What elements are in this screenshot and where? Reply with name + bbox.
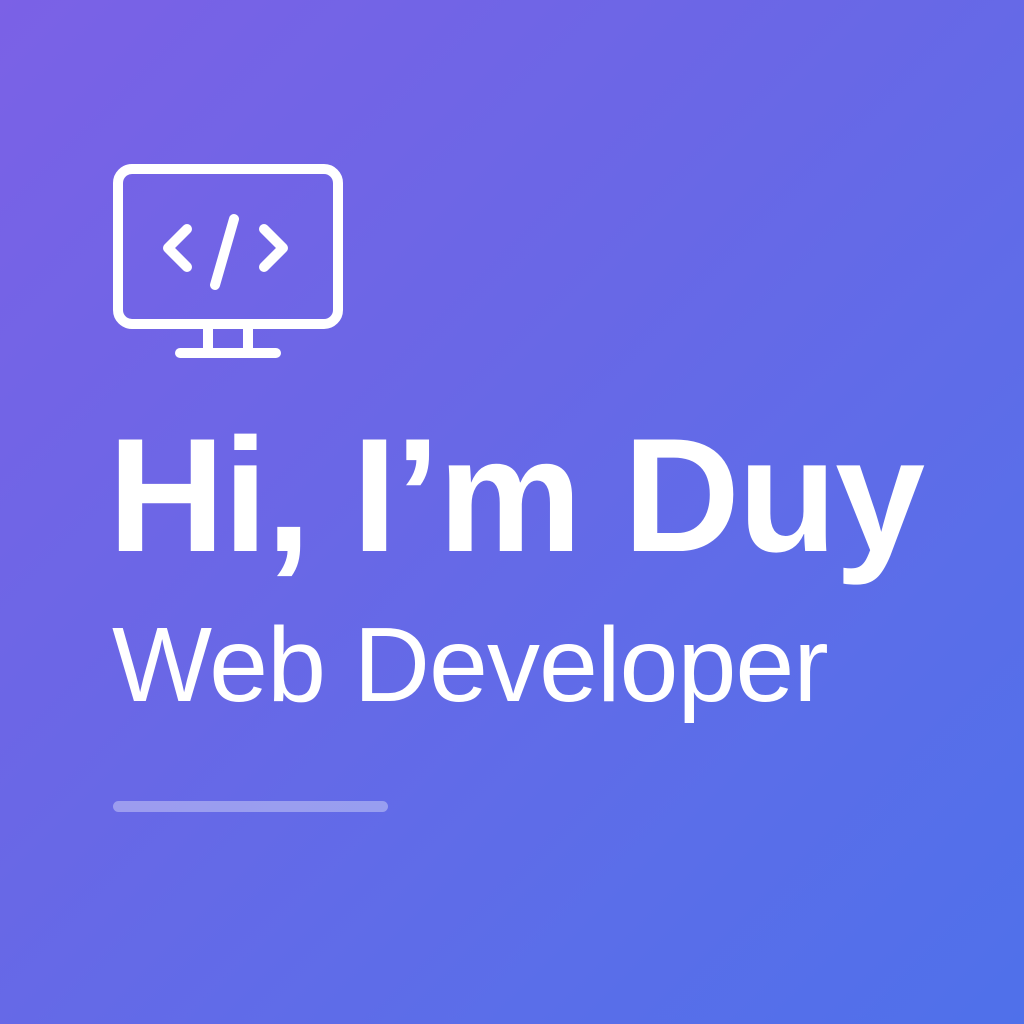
hero-card: Hi, I’m Duy Web Developer	[0, 0, 1024, 1024]
code-monitor-icon	[113, 164, 343, 358]
greeting-heading: Hi, I’m Duy	[108, 405, 925, 586]
accent-divider	[113, 801, 388, 812]
role-subheading: Web Developer	[112, 606, 829, 724]
